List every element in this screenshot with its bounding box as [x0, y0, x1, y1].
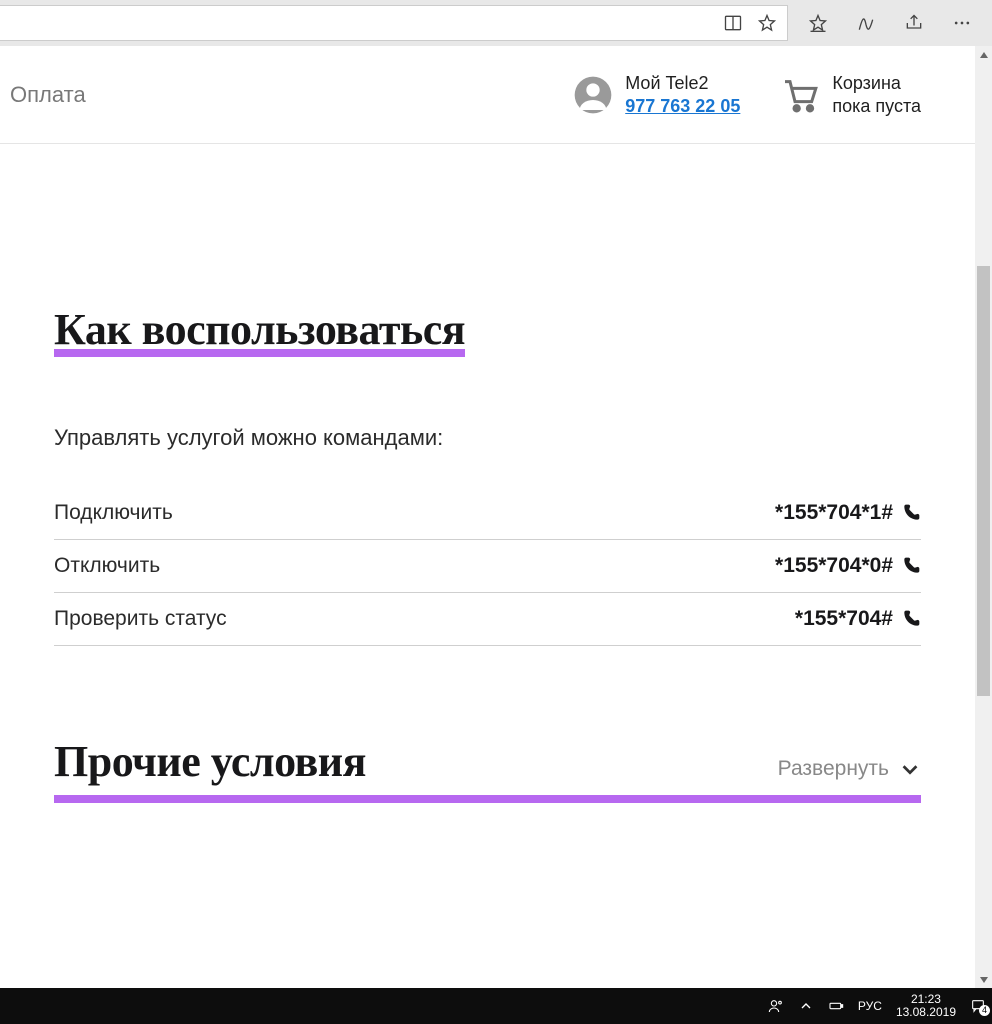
- windows-taskbar: РУС 21:23 13.08.2019 4: [0, 988, 992, 1024]
- action-center-icon[interactable]: 4: [970, 998, 986, 1014]
- cmd-label: Подключить: [54, 501, 173, 525]
- howto-heading-wrap: Как воспользоваться: [54, 304, 465, 355]
- cmd-value-wrap[interactable]: *155*704*0#: [775, 554, 921, 578]
- cmd-code: *155*704*1#: [775, 501, 893, 525]
- cmd-code: *155*704#: [795, 607, 893, 631]
- scroll-down-arrow-icon[interactable]: [975, 971, 992, 988]
- howto-heading: Как воспользоваться: [54, 304, 465, 355]
- cmd-label: Проверить статус: [54, 607, 227, 631]
- browser-chrome: [0, 0, 992, 46]
- table-row: Отключить *155*704*0#: [54, 540, 921, 593]
- purple-underline-full-icon: [54, 795, 921, 803]
- chevron-down-icon: [899, 758, 921, 780]
- cart-status: пока пуста: [832, 95, 921, 118]
- taskbar-date: 13.08.2019: [896, 1006, 956, 1019]
- cart-icon: [780, 75, 820, 115]
- account-block[interactable]: Мой Tele2 977 763 22 05: [573, 72, 740, 117]
- more-icon[interactable]: [952, 13, 972, 33]
- cmd-value-wrap[interactable]: *155*704*1#: [775, 501, 921, 525]
- howto-subtitle: Управлять услугой можно командами:: [54, 425, 921, 451]
- expand-label: Развернуть: [778, 757, 889, 781]
- vertical-scrollbar[interactable]: [975, 46, 992, 988]
- cmd-label: Отключить: [54, 554, 160, 578]
- account-text: Мой Tele2 977 763 22 05: [625, 72, 740, 117]
- cmd-value-wrap[interactable]: *155*704#: [795, 607, 921, 631]
- reading-view-icon[interactable]: [723, 13, 743, 33]
- page-viewport: Оплата Мой Tele2 977 763 22 05 Корзина п…: [0, 46, 992, 988]
- commands-table: Подключить *155*704*1# Отключить *155*70…: [54, 487, 921, 646]
- tray-chevron-up-icon[interactable]: [798, 998, 814, 1014]
- table-row: Проверить статус *155*704#: [54, 593, 921, 646]
- share-icon[interactable]: [904, 13, 924, 33]
- phone-icon: [901, 609, 921, 629]
- battery-icon[interactable]: [828, 998, 844, 1014]
- phone-icon: [901, 503, 921, 523]
- people-icon[interactable]: [768, 998, 784, 1014]
- nav-payment[interactable]: Оплата: [10, 82, 86, 108]
- notes-icon[interactable]: [856, 13, 876, 33]
- scroll-up-arrow-icon[interactable]: [975, 46, 992, 63]
- browser-actions: [788, 13, 992, 33]
- main-content: Как воспользоваться Управлять услугой мо…: [0, 144, 975, 803]
- cmd-code: *155*704*0#: [775, 554, 893, 578]
- notification-badge: 4: [979, 1005, 990, 1016]
- table-row: Подключить *155*704*1#: [54, 487, 921, 540]
- language-indicator[interactable]: РУС: [858, 999, 882, 1013]
- account-label: Мой Tele2: [625, 72, 740, 95]
- scroll-thumb[interactable]: [977, 266, 990, 696]
- phone-icon: [901, 556, 921, 576]
- address-bar[interactable]: [0, 5, 788, 41]
- cart-block[interactable]: Корзина пока пуста: [780, 72, 921, 117]
- favorites-icon[interactable]: [808, 13, 828, 33]
- star-outline-icon[interactable]: [757, 13, 777, 33]
- site-header: Оплата Мой Tele2 977 763 22 05 Корзина п…: [0, 46, 975, 144]
- page-content: Оплата Мой Tele2 977 763 22 05 Корзина п…: [0, 46, 975, 988]
- user-icon: [573, 75, 613, 115]
- cart-label: Корзина: [832, 72, 921, 95]
- other-conditions-bar: Прочие условия Развернуть: [54, 736, 921, 787]
- expand-toggle[interactable]: Развернуть: [778, 757, 921, 787]
- account-phone-link[interactable]: 977 763 22 05: [625, 95, 740, 118]
- other-conditions-heading: Прочие условия: [54, 736, 366, 787]
- other-conditions-section: Прочие условия Развернуть: [54, 736, 921, 803]
- cart-text: Корзина пока пуста: [832, 72, 921, 117]
- taskbar-clock[interactable]: 21:23 13.08.2019: [896, 993, 956, 1019]
